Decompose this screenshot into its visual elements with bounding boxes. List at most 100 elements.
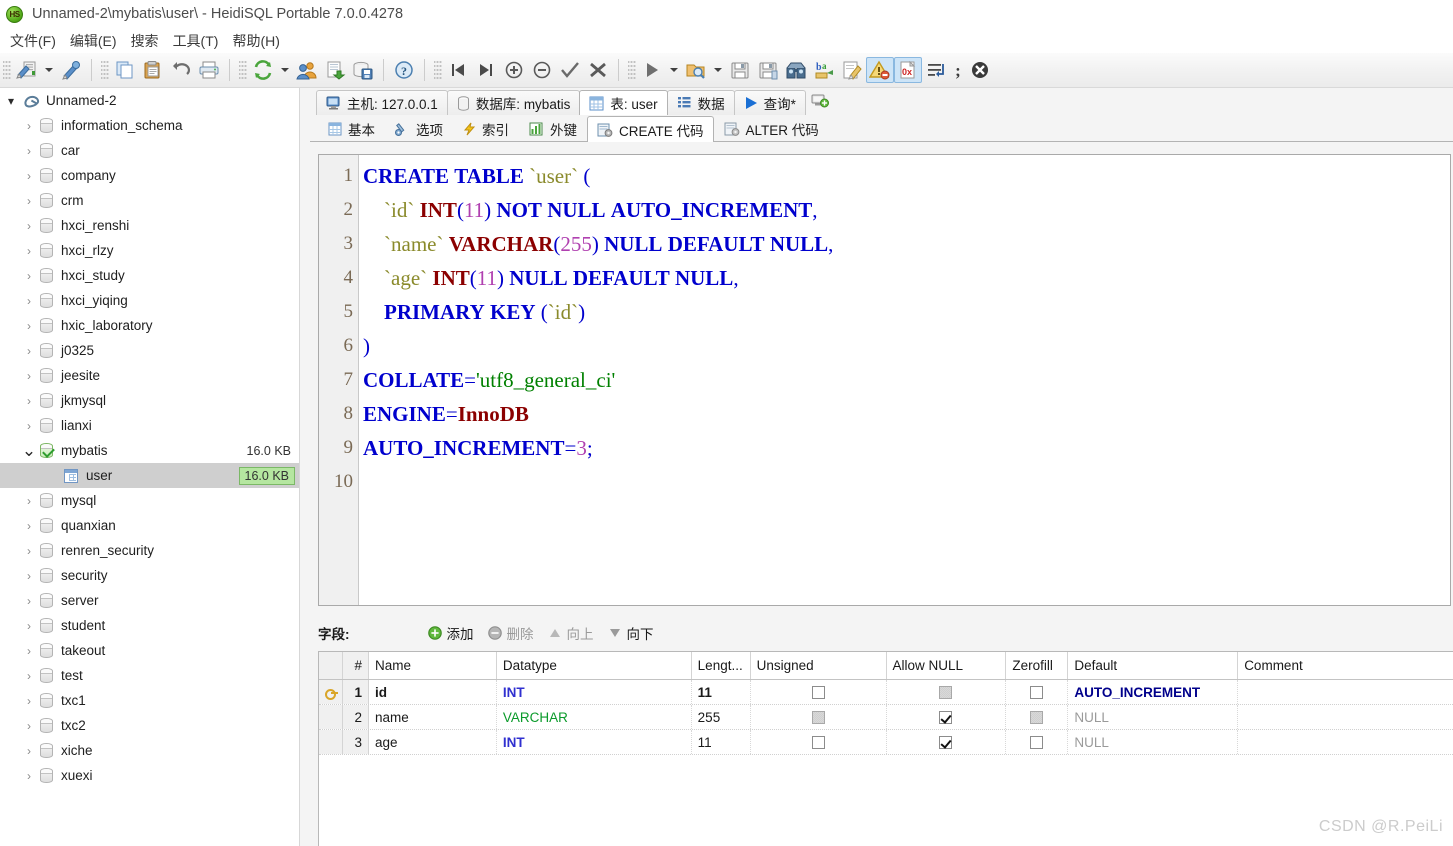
toolbar-grip[interactable] — [101, 59, 109, 81]
tree-item-lianxi[interactable]: › lianxi — [0, 413, 299, 438]
row-number[interactable]: 1 — [342, 680, 369, 704]
tree-item-user[interactable]: user 16.0 KB — [0, 463, 299, 488]
subtab-alter-code[interactable]: ALTER 代码 — [714, 116, 829, 141]
last-row-icon[interactable] — [472, 57, 500, 83]
tree-item-car[interactable]: › car — [0, 138, 299, 163]
field-allow-null-cell[interactable] — [887, 730, 1007, 754]
tab-table[interactable]: 表: user — [579, 90, 668, 115]
grid-header-cell[interactable]: Unsigned — [751, 652, 887, 679]
tree-item-information-schema[interactable]: › information_schema — [0, 113, 299, 138]
grid-header-cell[interactable]: Default — [1068, 652, 1239, 679]
refresh-icon[interactable] — [249, 57, 277, 83]
field-name-cell[interactable]: age — [369, 730, 497, 754]
database-tree-panel[interactable]: ▾ Unnamed-2 › information_schema › car › comp… — [0, 88, 300, 846]
field-zerofill-cell[interactable] — [1006, 680, 1069, 704]
move-field-down-button[interactable]: 向下 — [608, 623, 654, 643]
grid-header-cell[interactable]: Lengt... — [692, 652, 751, 679]
find-replace-icon[interactable] — [782, 57, 810, 83]
save-sql-as-icon[interactable] — [754, 57, 782, 83]
subtab-basic[interactable]: 基本 — [318, 116, 385, 141]
tree-item-jeesite[interactable]: › jeesite — [0, 363, 299, 388]
toolbar-grip[interactable] — [628, 59, 636, 81]
collapse-arrow-icon[interactable]: › — [18, 569, 40, 583]
row-number[interactable]: 3 — [342, 730, 369, 754]
grid-header-cell[interactable]: Datatype — [497, 652, 692, 679]
collapse-arrow-icon[interactable]: › — [18, 669, 40, 683]
new-query-tab-button[interactable] — [805, 90, 835, 115]
collapse-arrow-icon[interactable]: › — [18, 694, 40, 708]
row-number[interactable]: 2 — [342, 705, 369, 729]
field-datatype-cell[interactable]: VARCHAR — [497, 705, 692, 729]
collapse-arrow-icon[interactable]: › — [18, 769, 40, 783]
collapse-arrow-icon[interactable]: › — [18, 269, 40, 283]
field-comment-cell[interactable] — [1238, 730, 1453, 754]
field-default-cell[interactable]: NULL — [1068, 730, 1239, 754]
field-name-cell[interactable]: id — [369, 680, 497, 704]
tree-item-hxci-rlzy[interactable]: › hxci_rlzy — [0, 238, 299, 263]
collapse-arrow-icon[interactable]: › — [18, 619, 40, 633]
tree-item-hxci-study[interactable]: › hxci_study — [0, 263, 299, 288]
allow-null-checkbox[interactable] — [939, 735, 953, 749]
table-row[interactable]: 1 id INT 11 AUTO_INCREMENT — [319, 680, 1453, 705]
delete-row-icon[interactable] — [528, 57, 556, 83]
collapse-arrow-icon[interactable]: › — [18, 394, 40, 408]
grid-header-cell[interactable]: # — [342, 652, 369, 679]
tree-root-node[interactable]: ▾ Unnamed-2 — [0, 88, 299, 113]
zerofill-checkbox[interactable] — [1030, 735, 1044, 749]
tree-item-student[interactable]: › student — [0, 613, 299, 638]
tab-host[interactable]: 主机: 127.0.0.1 — [316, 90, 448, 115]
collapse-arrow-icon[interactable]: › — [18, 644, 40, 658]
field-default-cell[interactable]: AUTO_INCREMENT — [1068, 680, 1239, 704]
menu-tools[interactable]: 工具(T) — [169, 29, 229, 53]
unsigned-checkbox[interactable] — [811, 685, 825, 699]
tab-query[interactable]: 查询* — [733, 90, 806, 115]
menu-file[interactable]: 文件(F) — [6, 29, 66, 53]
move-field-up-button[interactable]: 向上 — [548, 623, 594, 643]
unsigned-checkbox[interactable] — [811, 735, 825, 749]
field-default-cell[interactable]: NULL — [1068, 705, 1239, 729]
tree-item-renren-security[interactable]: › renren_security — [0, 538, 299, 563]
tree-item-mysql[interactable]: › mysql — [0, 488, 299, 513]
collapse-arrow-icon[interactable]: › — [18, 744, 40, 758]
stop-icon[interactable] — [966, 57, 994, 83]
collapse-arrow-icon[interactable]: › — [18, 344, 40, 358]
menu-help[interactable]: 帮助(H) — [228, 29, 289, 53]
refresh-dropdown-caret-icon[interactable] — [277, 57, 293, 83]
field-length-cell[interactable]: 11 — [692, 680, 751, 704]
collapse-arrow-icon[interactable]: › — [18, 519, 40, 533]
collapse-arrow-icon[interactable]: › — [18, 494, 40, 508]
expand-arrow-icon[interactable]: ▾ — [0, 94, 22, 108]
delete-field-button[interactable]: 删除 — [487, 623, 534, 643]
collapse-arrow-icon[interactable]: › — [18, 119, 40, 133]
collapse-arrow-icon[interactable]: › — [18, 219, 40, 233]
insert-row-icon[interactable] — [500, 57, 528, 83]
tree-item-company[interactable]: › company — [0, 163, 299, 188]
first-row-icon[interactable] — [444, 57, 472, 83]
field-unsigned-cell[interactable] — [751, 730, 887, 754]
tree-item-hxci-yiqing[interactable]: › hxci_yiqing — [0, 288, 299, 313]
user-manager-icon[interactable] — [293, 57, 321, 83]
tree-item-mybatis[interactable]: ⌄ mybatis 16.0 KB — [0, 438, 299, 463]
tree-item-txc2[interactable]: › txc2 — [0, 713, 299, 738]
subtab-options[interactable]: 选项 — [385, 116, 453, 141]
load-dropdown-caret-icon[interactable] — [710, 57, 726, 83]
collapse-arrow-icon[interactable]: › — [18, 544, 40, 558]
new-session-icon[interactable] — [57, 57, 85, 83]
semicolon-delimiter-icon[interactable]: ; — [950, 57, 966, 83]
field-length-cell[interactable]: 11 — [692, 730, 751, 754]
collapse-arrow-icon[interactable]: › — [18, 244, 40, 258]
subtab-create-code[interactable]: CREATE 代码 — [587, 116, 714, 142]
copy-icon[interactable] — [111, 57, 139, 83]
tree-item-takeout[interactable]: › takeout — [0, 638, 299, 663]
execute-sql-icon[interactable] — [638, 57, 666, 83]
toolbar-grip[interactable] — [434, 59, 442, 81]
field-unsigned-cell[interactable] — [751, 680, 887, 704]
tab-database[interactable]: 数据库: mybatis — [446, 90, 581, 115]
tree-item-security[interactable]: › security — [0, 563, 299, 588]
grid-header-cell[interactable]: Zerofill — [1006, 652, 1069, 679]
grid-header-cell[interactable]: Name — [369, 652, 497, 679]
grid-header-cell[interactable]: Comment — [1238, 652, 1453, 679]
field-comment-cell[interactable] — [1238, 705, 1453, 729]
editor-code-area[interactable]: CREATE TABLE `user` ( `id` INT(11) NOT N… — [359, 155, 1450, 605]
create-code-editor[interactable]: 1 2 3 4 5 6 7 8 9 10 CREATE TABLE `user` ( `id` I… — [318, 154, 1451, 606]
